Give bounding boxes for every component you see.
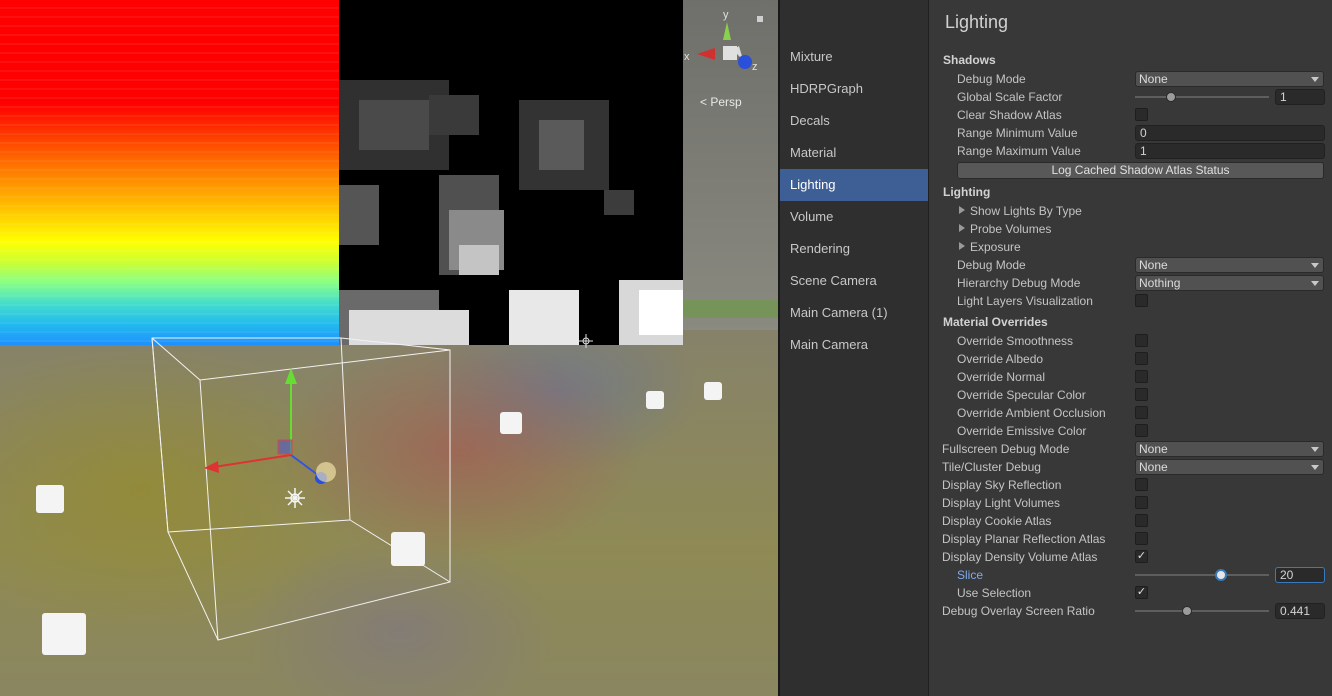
override-emissive-color-label: Override Emissive Color	[957, 424, 1087, 438]
sidebar-item-scene-camera[interactable]: Scene Camera	[780, 265, 928, 297]
override-smoothness-checkbox[interactable]	[1135, 334, 1148, 347]
display-sky-reflection-label: Display Sky Reflection	[942, 478, 1062, 492]
range-maximum-label: Range Maximum Value	[957, 144, 1081, 158]
reflection-probe-icon[interactable]	[391, 532, 425, 566]
log-cached-shadow-atlas-button[interactable]: Log Cached Shadow Atlas Status	[957, 162, 1324, 179]
slider-thumb[interactable]	[1214, 569, 1227, 581]
triangle-right-icon	[959, 242, 965, 250]
global-scale-factor-slider[interactable]	[1135, 96, 1269, 98]
display-density-volume-atlas-checkbox[interactable]: ✓	[1135, 550, 1148, 563]
debug-overlay-screen-ratio-slider[interactable]	[1135, 610, 1269, 612]
scene-view[interactable]: y x z < Persp	[0, 0, 778, 696]
override-ambient-occlusion-checkbox[interactable]	[1135, 406, 1148, 419]
range-minimum-label: Range Minimum Value	[957, 126, 1078, 140]
sidebar-item-lighting[interactable]: Lighting	[780, 169, 928, 201]
chevron-down-icon	[1311, 447, 1319, 452]
override-emissive-color-checkbox[interactable]	[1135, 424, 1148, 437]
fullscreen-debug-mode-dropdown[interactable]: None	[1135, 441, 1324, 457]
debug-overlay-screen-ratio-field[interactable]: 0.441	[1275, 603, 1325, 619]
sidebar-item-main-camera-1[interactable]: Main Camera (1)	[780, 297, 928, 329]
slider-thumb[interactable]	[1166, 92, 1177, 102]
foldout-show-lights-by-type[interactable]: Show Lights By Type	[959, 204, 1082, 218]
hierarchy-debug-mode-label: Hierarchy Debug Mode	[957, 276, 1081, 290]
tile-cluster-debug-label: Tile/Cluster Debug	[942, 460, 1041, 474]
sidebar-item-material[interactable]: Material	[780, 137, 928, 169]
chevron-down-icon	[1311, 465, 1319, 470]
section-header-lighting: Lighting	[943, 185, 991, 199]
density-volume-gizmo[interactable]	[0, 0, 778, 696]
slice-slider[interactable]	[1135, 574, 1269, 576]
reflection-probe-icon[interactable]	[646, 391, 664, 409]
debug-overlay-screen-ratio-label: Debug Overlay Screen Ratio	[942, 604, 1095, 618]
use-selection-label: Use Selection	[957, 586, 1032, 600]
section-header-material-overrides: Material Overrides	[943, 315, 1048, 329]
display-cookie-atlas-checkbox[interactable]	[1135, 514, 1148, 527]
global-scale-factor-field[interactable]: 1	[1275, 89, 1325, 105]
override-specular-color-label: Override Specular Color	[957, 388, 1086, 402]
tile-cluster-debug-dropdown[interactable]: None	[1135, 459, 1324, 475]
range-minimum-field[interactable]: 0	[1135, 125, 1325, 141]
light-layers-visualization-checkbox[interactable]	[1135, 294, 1148, 307]
sidebar-item-decals[interactable]: Decals	[780, 105, 928, 137]
sidebar-item-volume[interactable]: Volume	[780, 201, 928, 233]
reflection-probe-icon[interactable]	[500, 412, 522, 434]
reflection-probe-icon[interactable]	[42, 613, 86, 655]
display-planar-reflection-atlas-checkbox[interactable]	[1135, 532, 1148, 545]
override-specular-color-checkbox[interactable]	[1135, 388, 1148, 401]
override-normal-label: Override Normal	[957, 370, 1046, 384]
clear-shadow-atlas-label: Clear Shadow Atlas	[957, 108, 1062, 122]
range-maximum-field[interactable]: 1	[1135, 143, 1325, 159]
foldout-probe-volumes[interactable]: Probe Volumes	[959, 222, 1051, 236]
display-light-volumes-label: Display Light Volumes	[942, 496, 1061, 510]
hierarchy-debug-mode-dropdown[interactable]: Nothing	[1135, 275, 1324, 291]
fullscreen-debug-mode-label: Fullscreen Debug Mode	[942, 442, 1070, 456]
override-normal-checkbox[interactable]	[1135, 370, 1148, 383]
shadow-debug-mode-label: Debug Mode	[957, 72, 1026, 86]
sidebar-item-rendering[interactable]: Rendering	[780, 233, 928, 265]
lighting-debug-mode-dropdown[interactable]: None	[1135, 257, 1324, 273]
sidebar-item-mixture[interactable]: Mixture	[780, 41, 928, 73]
sidebar-item-main-camera[interactable]: Main Camera	[780, 329, 928, 361]
global-scale-factor-label: Global Scale Factor	[957, 90, 1063, 104]
chevron-down-icon	[1311, 281, 1319, 286]
shadow-debug-mode-dropdown[interactable]: None	[1135, 71, 1324, 87]
slider-thumb[interactable]	[1182, 606, 1193, 616]
override-albedo-label: Override Albedo	[957, 352, 1044, 366]
triangle-right-icon	[959, 206, 965, 214]
display-sky-reflection-checkbox[interactable]	[1135, 478, 1148, 491]
section-header-shadows: Shadows	[943, 53, 996, 67]
lighting-debug-inspector: Lighting Shadows Debug Mode None Global …	[930, 0, 1332, 696]
display-light-volumes-checkbox[interactable]	[1135, 496, 1148, 509]
foldout-exposure[interactable]: Exposure	[959, 240, 1021, 254]
reflection-probe-icon[interactable]	[36, 485, 64, 513]
sidebar-item-hdrpgraph[interactable]: HDRPGraph	[780, 73, 928, 105]
chevron-down-icon	[1311, 77, 1319, 82]
display-planar-reflection-atlas-label: Display Planar Reflection Atlas	[942, 532, 1106, 546]
display-cookie-atlas-label: Display Cookie Atlas	[942, 514, 1052, 528]
triangle-right-icon	[959, 224, 965, 232]
override-smoothness-label: Override Smoothness	[957, 334, 1074, 348]
display-density-volume-atlas-label: Display Density Volume Atlas	[942, 550, 1098, 564]
override-albedo-checkbox[interactable]	[1135, 352, 1148, 365]
reflection-probe-icon[interactable]	[704, 382, 722, 400]
clear-shadow-atlas-checkbox[interactable]	[1135, 108, 1148, 121]
light-layers-visualization-label: Light Layers Visualization	[957, 294, 1093, 308]
override-ambient-occlusion-label: Override Ambient Occlusion	[957, 406, 1106, 420]
slice-field[interactable]: 20	[1275, 567, 1325, 583]
use-selection-checkbox[interactable]: ✓	[1135, 586, 1148, 599]
panel-title: Lighting	[945, 12, 1009, 32]
chevron-down-icon	[1311, 263, 1319, 268]
lighting-debug-mode-label: Debug Mode	[957, 258, 1026, 272]
debug-panel-list: Mixture HDRPGraph Decals Material Lighti…	[780, 0, 929, 696]
slice-label: Slice	[957, 568, 984, 582]
